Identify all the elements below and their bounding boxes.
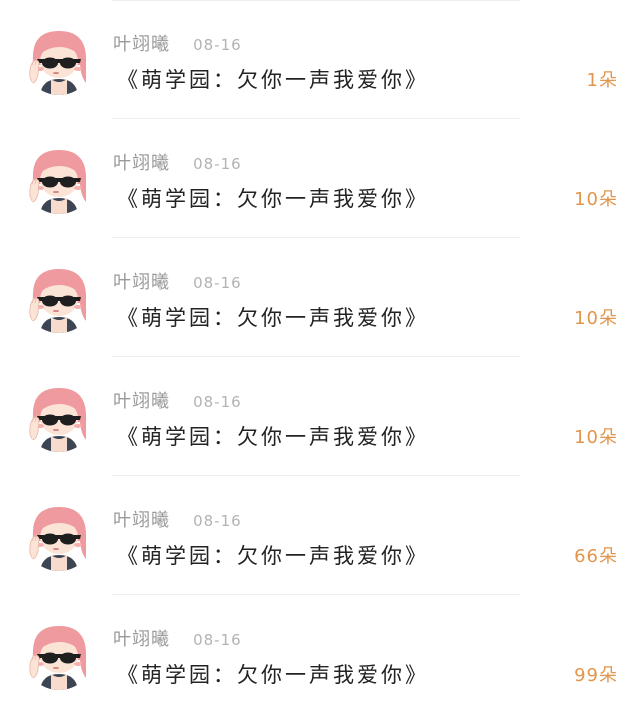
meta-line: 叶翊曦 08-16 bbox=[113, 625, 242, 650]
list-item[interactable]: 叶翊曦 08-16 《萌学园：欠你一声我爱你》 1朵 bbox=[0, 0, 640, 119]
meta-line: 叶翊曦 08-16 bbox=[113, 30, 242, 55]
girl-with-sunglasses-icon bbox=[24, 620, 94, 690]
username: 叶翊曦 bbox=[113, 153, 170, 174]
user-avatar[interactable] bbox=[24, 501, 94, 571]
list-item[interactable]: 叶翊曦 08-16 《萌学园：欠你一声我爱你》 10朵 bbox=[0, 357, 640, 476]
girl-with-sunglasses-icon bbox=[24, 25, 94, 95]
user-avatar[interactable] bbox=[24, 382, 94, 452]
date: 08-16 bbox=[193, 512, 242, 530]
username: 叶翊曦 bbox=[113, 510, 170, 531]
user-avatar[interactable] bbox=[24, 25, 94, 95]
user-avatar[interactable] bbox=[24, 620, 94, 690]
date: 08-16 bbox=[193, 155, 242, 173]
girl-with-sunglasses-icon bbox=[24, 144, 94, 214]
girl-with-sunglasses-icon bbox=[24, 263, 94, 333]
date: 08-16 bbox=[193, 36, 242, 54]
gift-title: 《萌学园：欠你一声我爱你》 bbox=[117, 425, 429, 449]
list-item[interactable]: 叶翊曦 08-16 《萌学园：欠你一声我爱你》 99朵 bbox=[0, 595, 640, 714]
user-avatar[interactable] bbox=[24, 144, 94, 214]
girl-with-sunglasses-icon bbox=[24, 501, 94, 571]
gift-title: 《萌学园：欠你一声我爱你》 bbox=[117, 306, 429, 330]
meta-line: 叶翊曦 08-16 bbox=[113, 149, 242, 174]
username: 叶翊曦 bbox=[113, 272, 170, 293]
girl-with-sunglasses-icon bbox=[24, 382, 94, 452]
date: 08-16 bbox=[193, 631, 242, 649]
flower-count: 10朵 bbox=[574, 308, 618, 329]
flower-count: 99朵 bbox=[574, 665, 618, 686]
gift-title: 《萌学园：欠你一声我爱你》 bbox=[117, 187, 429, 211]
meta-line: 叶翊曦 08-16 bbox=[113, 506, 242, 531]
flower-count: 10朵 bbox=[574, 427, 618, 448]
flower-count: 66朵 bbox=[574, 546, 618, 567]
gift-title: 《萌学园：欠你一声我爱你》 bbox=[117, 663, 429, 687]
list-item[interactable]: 叶翊曦 08-16 《萌学园：欠你一声我爱你》 66朵 bbox=[0, 476, 640, 595]
flower-count: 1朵 bbox=[586, 70, 618, 91]
user-avatar[interactable] bbox=[24, 263, 94, 333]
list-item[interactable]: 叶翊曦 08-16 《萌学园：欠你一声我爱你》 10朵 bbox=[0, 119, 640, 238]
username: 叶翊曦 bbox=[113, 629, 170, 650]
flower-count: 10朵 bbox=[574, 189, 618, 210]
gift-title: 《萌学园：欠你一声我爱你》 bbox=[117, 68, 429, 92]
meta-line: 叶翊曦 08-16 bbox=[113, 268, 242, 293]
meta-line: 叶翊曦 08-16 bbox=[113, 387, 242, 412]
gift-title: 《萌学园：欠你一声我爱你》 bbox=[117, 544, 429, 568]
date: 08-16 bbox=[193, 274, 242, 292]
username: 叶翊曦 bbox=[113, 391, 170, 412]
username: 叶翊曦 bbox=[113, 34, 170, 55]
date: 08-16 bbox=[193, 393, 242, 411]
list-item[interactable]: 叶翊曦 08-16 《萌学园：欠你一声我爱你》 10朵 bbox=[0, 238, 640, 357]
